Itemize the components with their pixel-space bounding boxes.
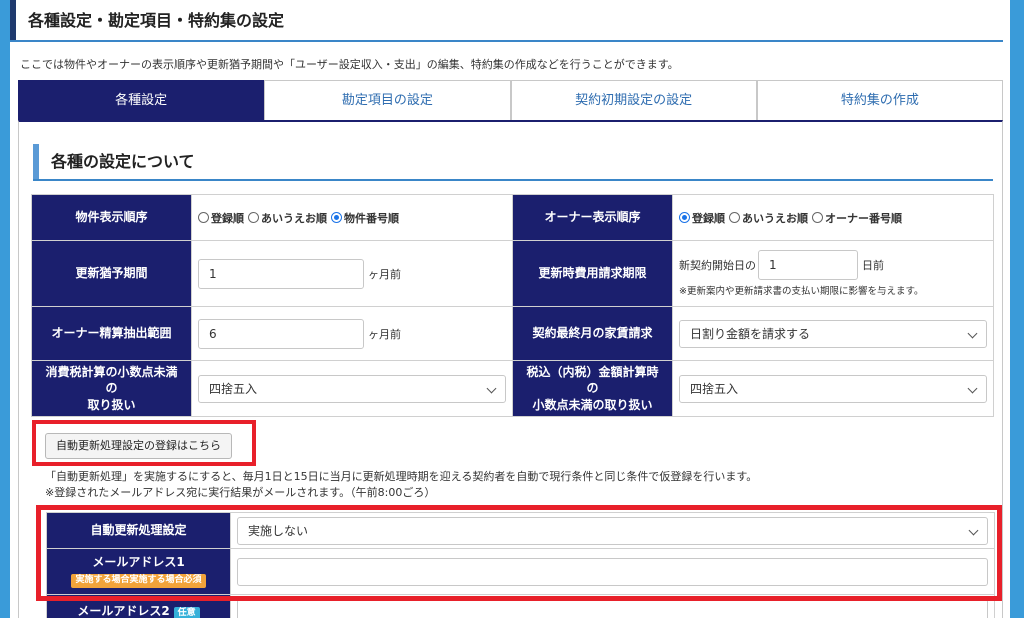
property-order-cell: 登録順 あいうえお順 物件番号順: [191, 194, 513, 241]
radio-owner-number[interactable]: [812, 212, 823, 223]
renewal-grace-unit: ヶ月前: [368, 267, 401, 281]
owner-order-radios: 登録順 あいうえお順 オーナー番号順: [679, 210, 987, 226]
auto-renewal-highlight: [36, 505, 1002, 601]
final-month-rent-select[interactable]: 日割り金額を請求する: [679, 319, 987, 348]
radio-owner-aiueo[interactable]: [729, 212, 740, 223]
radio-property-registration[interactable]: [198, 212, 209, 223]
tab-account-items[interactable]: 勘定項目の設定: [264, 80, 511, 121]
owner-order-label: オーナー表示順序: [512, 194, 673, 241]
tab-special-terms[interactable]: 特約集の作成: [756, 80, 1003, 121]
radio-label: あいうえお順: [261, 211, 327, 225]
auto-renewal-description: 「自動更新処理」を実施するにすると、毎月1日と15日に当月に更新処理時期を迎える…: [45, 469, 757, 501]
tax-rounding-cell: 四捨五入: [191, 360, 513, 417]
renewal-fee-deadline-input[interactable]: 1: [758, 250, 858, 280]
renewal-fee-prefix: 新契約開始日の: [679, 259, 756, 272]
settings-table: 物件表示順序 登録順 あいうえお順 物件番号順 オーナー表示順序 登録順 あいう…: [31, 194, 994, 417]
tax-incl-rounding-label: 税込（内税）金額計算時の 小数点未満の取り扱い: [512, 360, 673, 417]
renewal-grace-input[interactable]: 1: [198, 258, 364, 289]
auto-renewal-register-button[interactable]: 自動更新処理設定の登録はこちら: [45, 433, 232, 459]
radio-owner-registration[interactable]: [679, 212, 690, 223]
table-row: 物件表示順序 登録順 あいうえお順 物件番号順 オーナー表示順序 登録順 あいう…: [31, 194, 994, 241]
owner-settlement-input[interactable]: 6: [198, 318, 364, 349]
radio-label: 登録順: [211, 211, 244, 225]
radio-label: あいうえお順: [742, 211, 808, 225]
intro-text: ここでは物件やオーナーの表示順序や更新猶予期間や「ユーザー設定収入・支出」の編集…: [20, 58, 679, 71]
email2-label-text: メールアドレス2: [77, 604, 170, 618]
property-order-radios: 登録順 あいうえお順 物件番号順: [198, 210, 506, 226]
auto-renewal-desc-line1: 「自動更新処理」を実施するにすると、毎月1日と15日に当月に更新処理時期を迎える…: [45, 470, 758, 483]
radio-label: オーナー番号順: [825, 211, 902, 225]
tax-rounding-label: 消費税計算の小数点未満の 取り扱い: [31, 360, 192, 417]
optional-badge: 任意: [173, 607, 200, 618]
renewal-fee-unit: 日前: [862, 259, 884, 272]
radio-property-aiueo[interactable]: [248, 212, 259, 223]
radio-label: 物件番号順: [344, 211, 399, 225]
auto-renewal-desc-line2: ※登録されたメールアドレス宛に実行結果がメールされます。（午前8:00ごろ）: [45, 486, 436, 499]
owner-settlement-cell: 6 ヶ月前: [191, 306, 513, 361]
email2-input[interactable]: [237, 598, 988, 618]
tax-incl-rounding-cell: 四捨五入: [672, 360, 994, 417]
tax-incl-rounding-select[interactable]: 四捨五入: [679, 374, 987, 403]
table-row: 更新猶予期間 1 ヶ月前 更新時費用請求期限 新契約開始日の 1 日前 ※更新案内や更…: [31, 240, 994, 307]
section-title: 各種の設定について: [33, 144, 993, 180]
tax-rounding-select[interactable]: 四捨五入: [198, 374, 506, 403]
owner-order-cell: 登録順 あいうえお順 オーナー番号順: [672, 194, 994, 241]
renewal-fee-deadline-cell: 新契約開始日の 1 日前 ※更新案内や更新請求書の支払い期限に影響を与えます。: [672, 240, 994, 307]
section-underline: [33, 179, 993, 181]
final-month-rent-label: 契約最終月の家賃請求: [512, 306, 673, 361]
radio-label: 登録順: [692, 211, 725, 225]
renewal-fee-deadline-label: 更新時費用請求期限: [512, 240, 673, 307]
owner-settlement-label: オーナー精算抽出範囲: [31, 306, 192, 361]
radio-property-number[interactable]: [331, 212, 342, 223]
settings-page: 各種設定・勘定項目・特約集の設定 ここでは物件やオーナーの表示順序や更新猶予期間…: [10, 0, 1010, 618]
tab-general-settings[interactable]: 各種設定: [18, 80, 265, 121]
tab-bar: 各種設定 勘定項目の設定 契約初期設定の設定 特約集の作成: [18, 80, 1003, 121]
page-title: 各種設定・勘定項目・特約集の設定: [10, 0, 1010, 42]
table-row: 消費税計算の小数点未満の 取り扱い 四捨五入 税込（内税）金額計算時の 小数点未満の…: [31, 360, 994, 417]
tab-contract-initial[interactable]: 契約初期設定の設定: [510, 80, 757, 121]
table-row: オーナー精算抽出範囲 6 ヶ月前 契約最終月の家賃請求 日割り金額を請求する: [31, 306, 994, 361]
owner-settlement-unit: ヶ月前: [368, 327, 401, 341]
renewal-grace-label: 更新猶予期間: [31, 240, 192, 307]
settings-panel: 各種の設定について 物件表示順序 登録順 あいうえお順 物件番号順 オーナー表示…: [18, 120, 1003, 618]
final-month-rent-cell: 日割り金額を請求する: [672, 306, 994, 361]
renewal-fee-note: ※更新案内や更新請求書の支払い期限に影響を与えます。: [679, 286, 924, 297]
renewal-grace-cell: 1 ヶ月前: [191, 240, 513, 307]
title-underline: [10, 40, 1003, 42]
property-order-label: 物件表示順序: [31, 194, 192, 241]
